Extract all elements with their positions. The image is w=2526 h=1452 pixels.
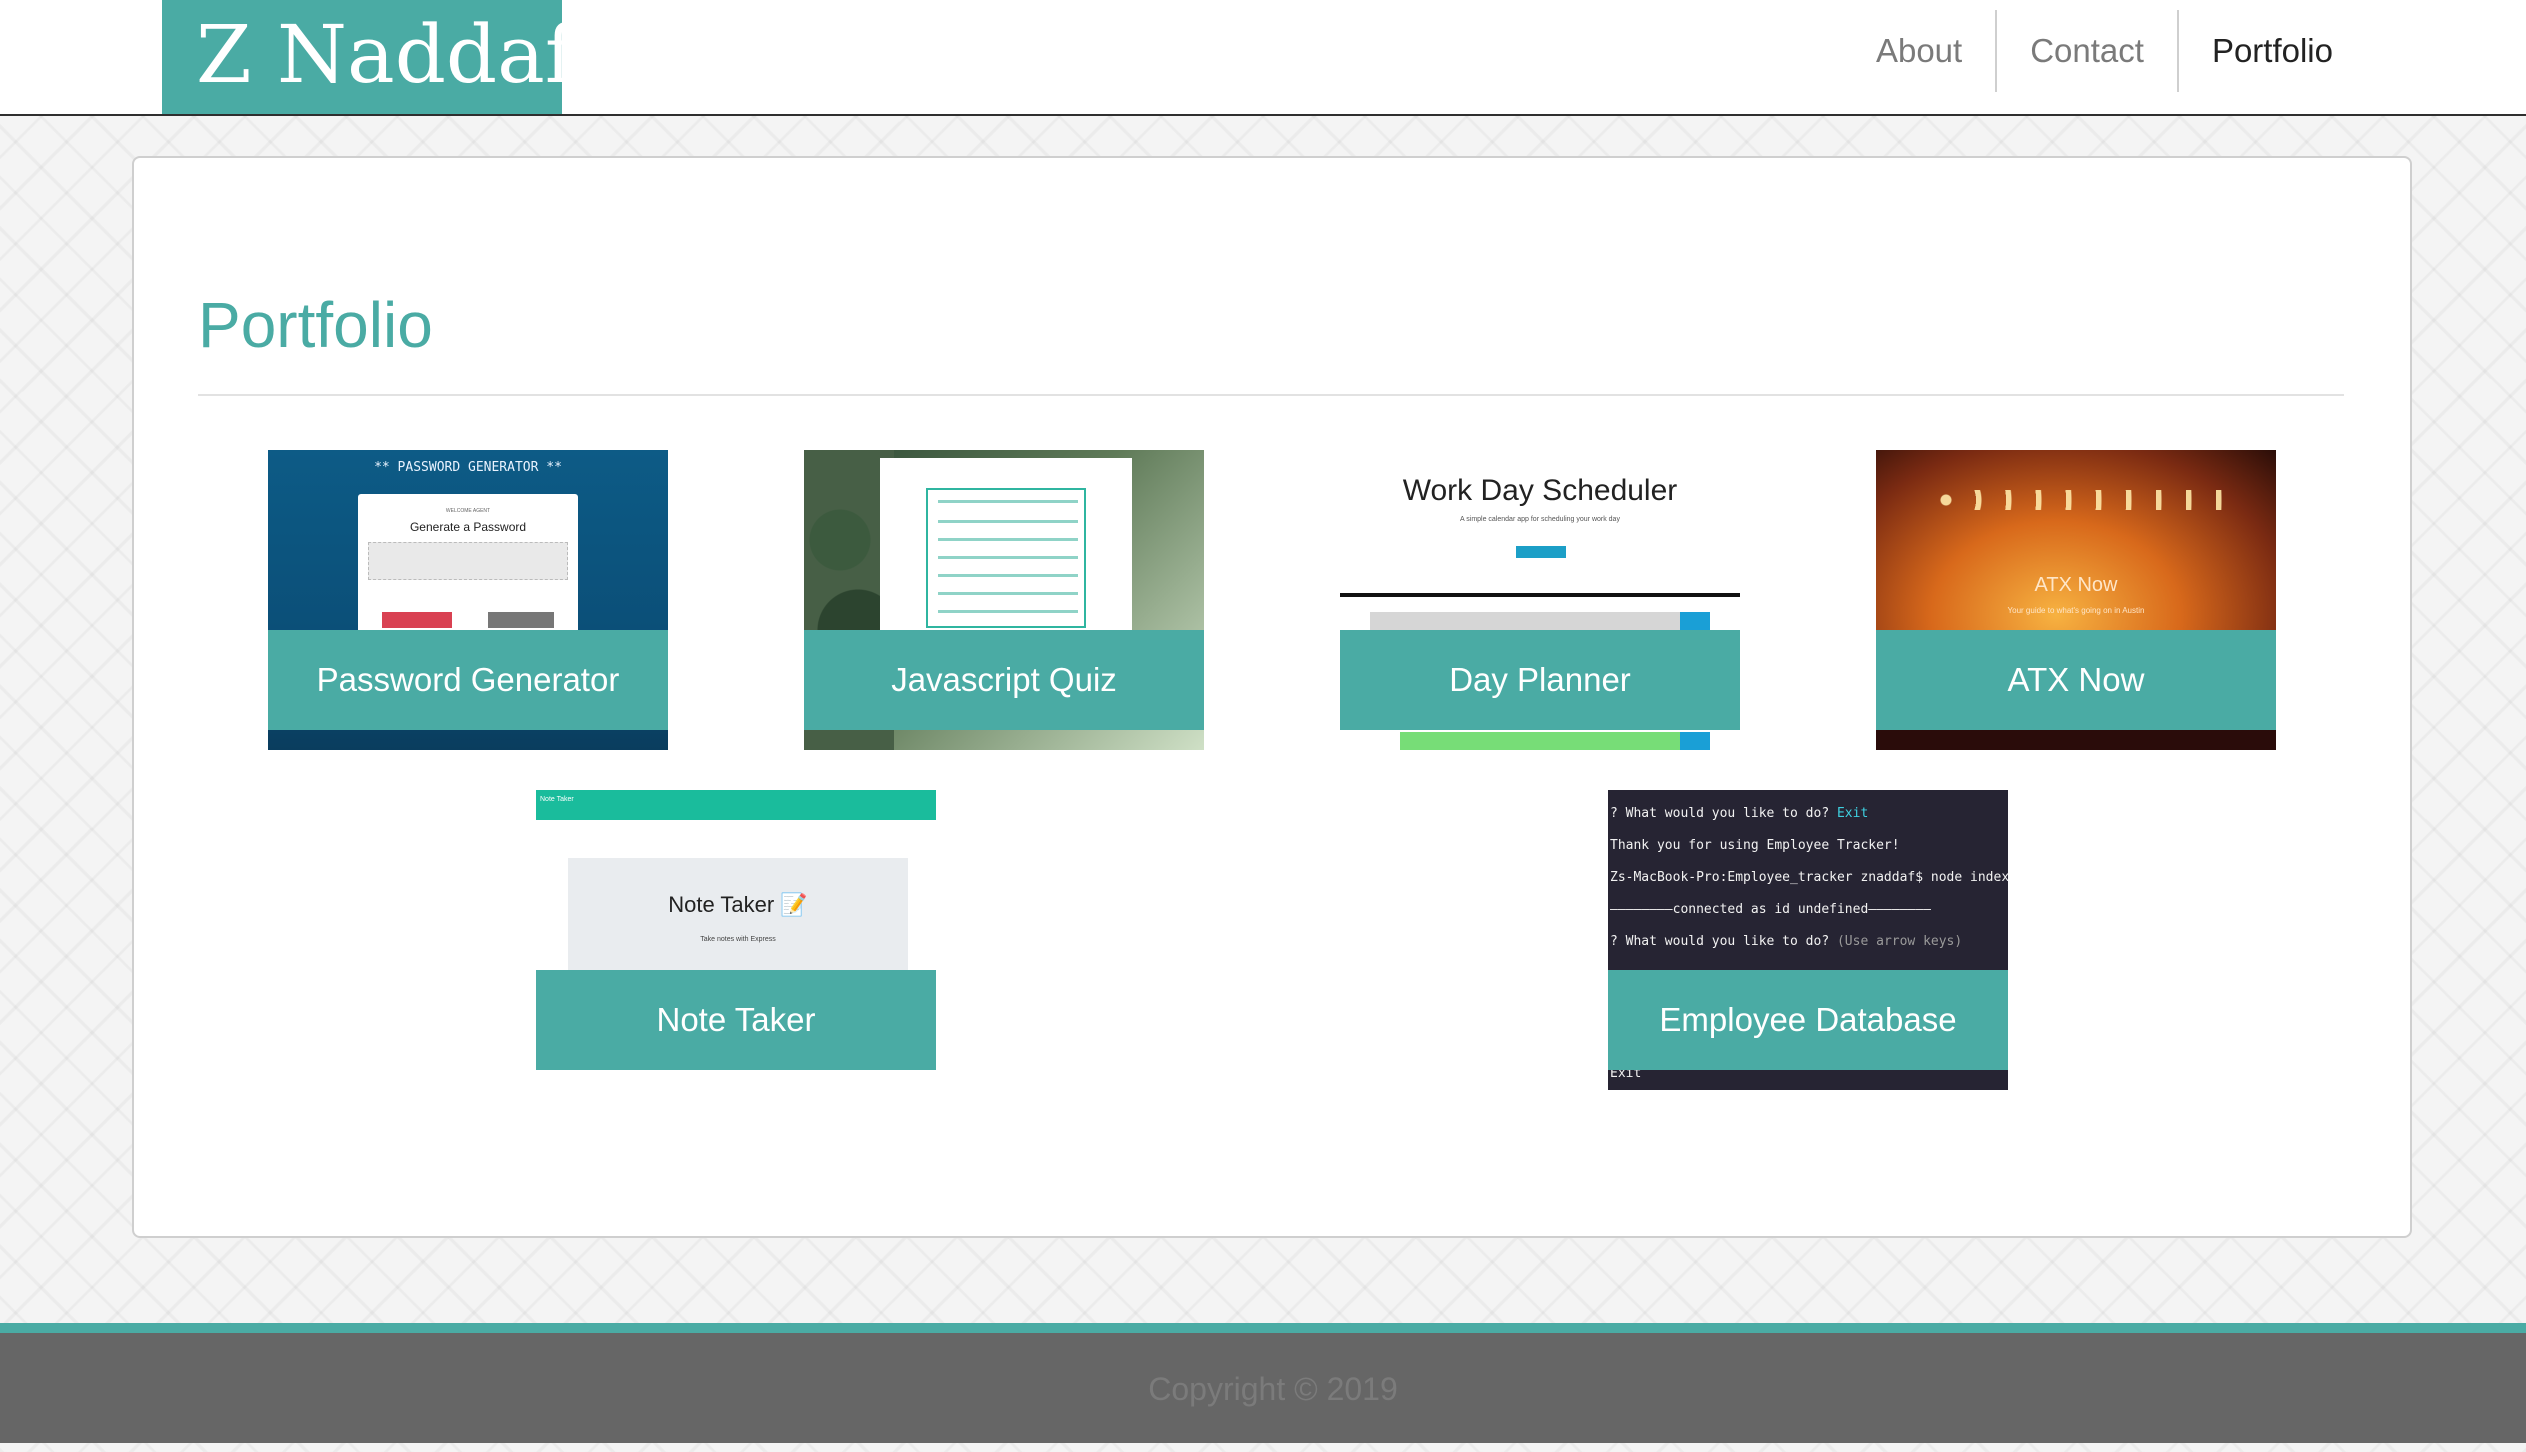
nav-about[interactable]: About xyxy=(1843,10,1995,92)
title-divider xyxy=(198,394,2344,396)
thumb-text-line xyxy=(938,610,1078,613)
terminal-line: Zs-MacBook-Pro:Employee_tracker znaddaf$… xyxy=(1610,870,2008,885)
project-tile-employee-database[interactable]: ? What would you like to do? Exit Thank … xyxy=(1608,790,2008,1090)
thumb-title: Work Day Scheduler xyxy=(1402,474,1678,507)
thumb-future-row xyxy=(1400,732,1690,750)
thumb-title: ATX Now xyxy=(2034,574,2118,596)
project-label: Day Planner xyxy=(1340,630,1740,730)
terminal-line: ? What would you like to do? Exit xyxy=(1610,806,1869,821)
project-label: Employee Database xyxy=(1608,970,2008,1070)
thumb-title: Generate a Password xyxy=(409,520,527,534)
project-label: Note Taker xyxy=(536,970,936,1070)
thumb-text-line xyxy=(938,538,1078,541)
thumb-card xyxy=(880,458,1132,638)
site-header: Z Naddaf About Contact Portfolio xyxy=(0,0,2526,116)
project-label: Password Generator xyxy=(268,630,668,730)
thumb-password-box xyxy=(368,542,568,580)
project-label: ATX Now xyxy=(1876,630,2276,730)
project-tile-day-planner[interactable]: Work Day Scheduler A simple calendar app… xyxy=(1340,450,1740,750)
footer-accent-strip xyxy=(0,1323,2526,1333)
project-tile-javascript-quiz[interactable]: Javascript Quiz xyxy=(804,450,1204,750)
thumb-text-line xyxy=(938,520,1078,523)
thumb-navbar-text: Note Taker xyxy=(540,796,574,803)
thumb-subtitle: Your guide to what's going on in Austin xyxy=(2007,606,2145,615)
project-tile-password-generator[interactable]: ** PASSWORD GENERATOR ** WELCOME AGENT G… xyxy=(268,450,668,750)
nav-contact[interactable]: Contact xyxy=(1995,10,2177,92)
thumb-text-line xyxy=(938,592,1078,595)
content-card: Portfolio ** PASSWORD GENERATOR ** WELCO… xyxy=(132,156,2412,1238)
thumb-copy-button xyxy=(488,612,554,628)
thumb-crowd xyxy=(1876,730,2276,750)
page-title: Portfolio xyxy=(198,289,433,361)
copyright-text: Copyright © 2019 xyxy=(1148,1371,1398,1407)
project-label: Javascript Quiz xyxy=(804,630,1204,730)
thumb-quiz-box xyxy=(926,488,1086,628)
terminal-line: ————————connected as id undefined———————… xyxy=(1610,902,1931,917)
thumb-title: Note Taker 📝 xyxy=(668,892,808,917)
thumb-small-text: WELCOME AGENT xyxy=(445,508,491,514)
site-footer: Copyright © 2019 xyxy=(0,1333,2526,1443)
main-nav: About Contact Portfolio xyxy=(1843,10,2366,92)
project-tile-note-taker[interactable]: Note Taker Note Taker 📝 Take notes with … xyxy=(536,790,936,1090)
thumb-clear-button xyxy=(1516,546,1566,558)
thumb-subtitle: Take notes with Express xyxy=(700,936,776,943)
terminal-line: ? What would you like to do? (Use arrow … xyxy=(1610,934,1963,949)
thumb-text-line xyxy=(938,500,1078,503)
thumb-text-line xyxy=(938,574,1078,577)
thumb-subtitle: A simple calendar app for scheduling you… xyxy=(1460,516,1620,523)
terminal-line: Thank you for using Employee Tracker! xyxy=(1610,838,1900,853)
nav-portfolio[interactable]: Portfolio xyxy=(2176,10,2366,92)
thumb-text-line xyxy=(938,556,1078,559)
thumb-stage-lights xyxy=(1936,490,2236,510)
thumb-jumbotron: Note Taker 📝 Take notes with Express xyxy=(568,858,908,978)
thumb-card: WELCOME AGENT Generate a Password xyxy=(358,494,578,634)
project-tile-atx-now[interactable]: ATX Now Your guide to what's going on in… xyxy=(1876,450,2276,750)
thumb-generate-button xyxy=(382,612,452,628)
thumb-divider xyxy=(1340,593,1740,597)
brand-logo[interactable]: Z Naddaf xyxy=(162,0,574,114)
thumb-save-button xyxy=(1680,732,1710,750)
thumb-heading: ** PASSWORD GENERATOR ** xyxy=(374,460,562,475)
thumb-navbar: Note Taker xyxy=(536,790,936,820)
